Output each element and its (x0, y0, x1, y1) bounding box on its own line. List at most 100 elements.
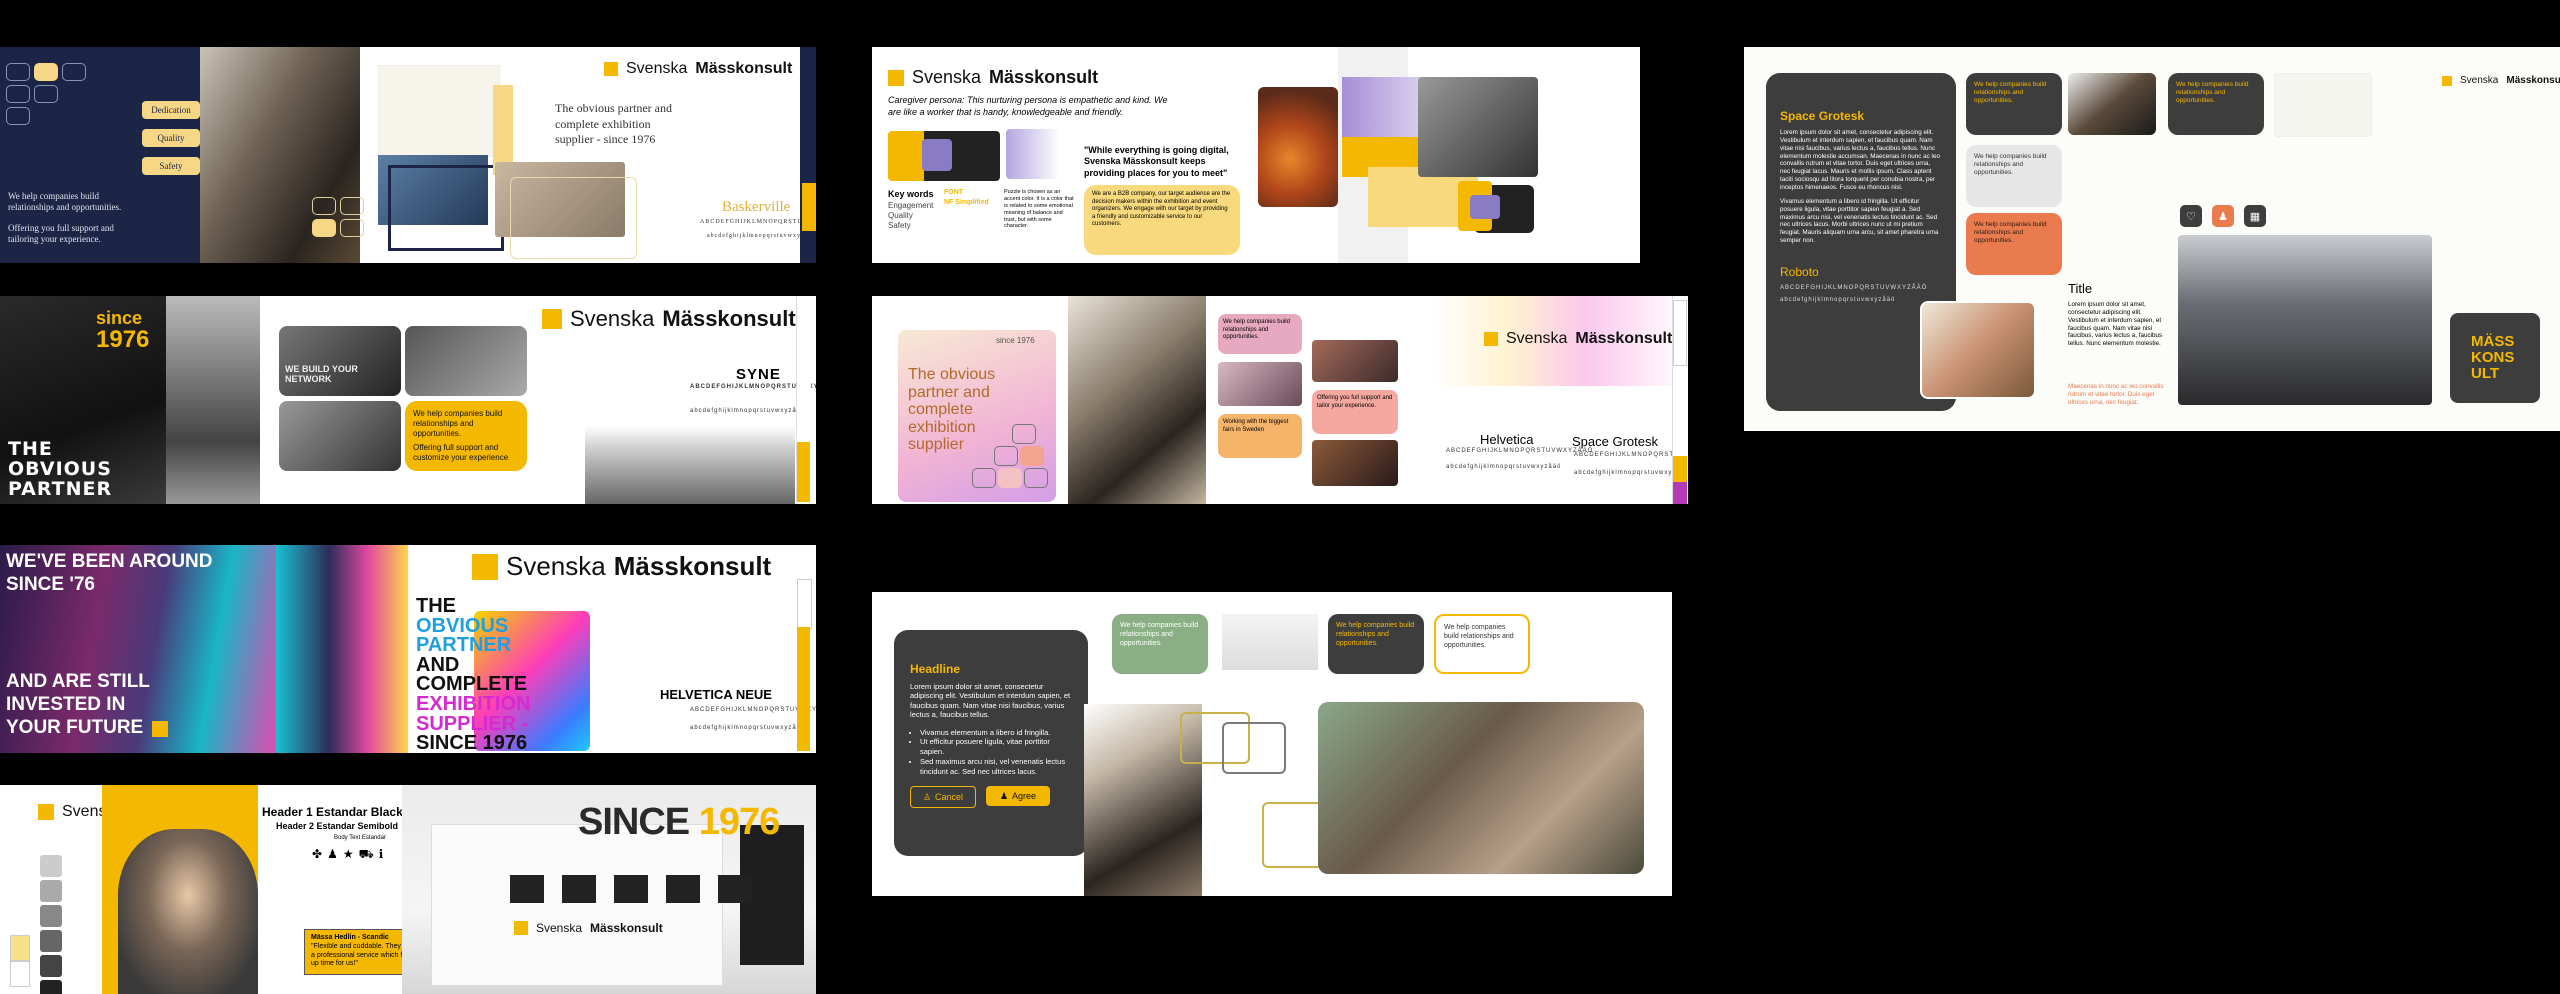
keywords-title: Key words (888, 189, 934, 199)
tagline: The obvious partner and complete exhibit… (555, 101, 672, 147)
calendar-icon-button[interactable]: ▦ (2244, 205, 2266, 227)
collage-thumb (2274, 73, 2372, 137)
arcade-photo (276, 545, 408, 753)
dark-card: We help companies build relationships an… (1328, 614, 1424, 674)
like-icon-button[interactable]: ♡ (2180, 205, 2202, 227)
icon-buttons: ♡ ♟ ▦ (2180, 205, 2266, 227)
title-accent: Maecenas in nunc ac leo convallis rutrum… (2068, 383, 2164, 406)
green-card: We help companies build relationships an… (1112, 614, 1208, 674)
bw-photo-strip (166, 296, 260, 504)
person-icon: ♙ (922, 791, 932, 802)
person-icon: ♟ (327, 847, 338, 861)
moodboard-baskerville: Dedication Quality Safety We help compan… (0, 47, 816, 263)
font-alphabet-lower: abcdefghijklmnopqrstuvwxyzåäö (690, 725, 806, 731)
brand-logo: SvenskaMässkonsult (1484, 330, 1672, 348)
card-dark-2: We help companies build relationships an… (2168, 73, 2264, 135)
collage-panel (1258, 47, 1640, 263)
brand-logo: SvenskaMässkonsult (2442, 75, 2560, 86)
card-grey: We help companies build relationships an… (1966, 145, 2062, 207)
moodboard-persona: Svenska Mässkonsult Caregiver persona: Th… (872, 47, 1640, 263)
body-text: Body Text Estandar (334, 835, 386, 841)
puzzle-icon: ✤ (312, 847, 323, 861)
agree-button[interactable]: ♟ Agree (986, 786, 1050, 807)
keyword-3: Safety (888, 221, 911, 230)
font-name: Baskerville (722, 199, 791, 215)
moodboard-estandar: SvenskaMässkonsult Header 1 Estandar Bla… (0, 785, 816, 994)
icon-row: ✤ ♟ ★ ⛟ ℹ (312, 847, 383, 863)
showroom-thumb (1222, 614, 1318, 670)
worker-thumb (2068, 73, 2156, 135)
since-year: 1976 (96, 326, 150, 353)
since-headline: SINCE 1976 (578, 801, 780, 843)
info-card: We help companies build relationships an… (405, 401, 527, 471)
font-2-alphabet: ABCDEFGHIJKLMNOPQRSTUVWXYZÅÄÖ (1780, 285, 1928, 292)
since-label: since 1976 (996, 336, 1035, 345)
worker-photo (1068, 296, 1206, 504)
photo-grid: WE BUILD YOUR NETWORK We help companies … (279, 326, 529, 502)
dialog-headline: Headline (910, 662, 961, 676)
font-2-alphabet-lower: abcdefghijklmnopqrstuvwxyzåäö (1780, 296, 1896, 303)
audience-card: We are a B2B company, our target audienc… (1084, 185, 1240, 255)
bullet-2: Ut efficitur posuere ligula, vitae portt… (920, 737, 1072, 757)
font-alphabet: ABCDEFGHIJKLMNOPQRSTUVWXYZÅÄÖ (690, 384, 816, 390)
bullet-3: Sed maximus arcu nisi, vel venenatis lec… (920, 757, 1072, 777)
brand-logo: SvenskaMässkonsult (888, 67, 1098, 88)
font-1-alphabet-lower: abcdefghijklmnopqrstuvwxyzåäö (1446, 464, 1562, 470)
header-1: Header 1 Estandar Black (262, 805, 403, 819)
font-alphabet-lower: abcdefghijklmnopqrstuvwxyzåäö (707, 233, 816, 239)
title-body: Lorem ipsum dolor sit amet, consectetur … (2068, 301, 2163, 348)
card-3: Working with the biggest fairs in Sweden (1218, 414, 1302, 458)
font-alphabet-lower: abcdefghijklmnopqrstuvwxyzåäö (690, 408, 806, 414)
font-value: NF Simplified (944, 199, 989, 206)
moodboard-helvetica: WE'VE BEEN AROUND SINCE '76 AND ARE STIL… (0, 545, 816, 753)
crowd-silhouette (585, 426, 795, 504)
photo-caption: WE BUILD YOUR NETWORK (285, 364, 358, 384)
tagline-stack: THE OBVIOUS PARTNER AND COMPLETE EXHIBIT… (416, 595, 531, 753)
dialog-body: Lorem ipsum dolor sit amet, consectetur … (910, 682, 1071, 720)
font-label: FONT (944, 189, 964, 196)
keyword-1: Engagement (888, 201, 934, 210)
crowd-photo (1318, 702, 1644, 874)
font-1-body-2: Vivamus elementum a libero id fringilla.… (1780, 197, 1939, 245)
moodboard-space-grotesk-roboto: Space Grotesk Lorem ipsum dolor sit amet… (1744, 47, 2560, 431)
quality-button[interactable]: Quality (142, 129, 200, 147)
outline-card: We help companies build relationships an… (1434, 614, 1530, 674)
font-2-name: Space Grotesk (1572, 434, 1658, 449)
font-2-alphabet: ABCDEFGHIJKLMNOPQRSTUVWXYZÅÄÖ (1574, 452, 1688, 458)
quote-text: "While everything is going digital, Sven… (1084, 145, 1229, 178)
cancel-button[interactable]: ♙ Cancel (910, 786, 976, 809)
user-icon-button[interactable]: ♟ (2212, 205, 2234, 227)
blurb-text-2: Offering you full support and tailoring … (8, 223, 114, 244)
portrait-photo (1920, 301, 2036, 399)
card-2: Offering you full support and tailor you… (1312, 390, 1398, 434)
keyword-2: Quality (888, 211, 913, 220)
event-hall-photo (2178, 235, 2432, 405)
brand-logo: SvenskaMässkonsult (542, 306, 796, 332)
bullet-1: Vivamus elementum a libero id fringilla. (920, 728, 1072, 738)
font-alphabet: ABCDEFGHIJKLMNOPQRSTUVWXYZÅÄÖ (690, 707, 816, 713)
headline: THE OBVIOUS PARTNER (8, 438, 113, 500)
star-icon: ★ (342, 847, 354, 861)
card-1: We help companies build relationships an… (1218, 314, 1302, 354)
card-dark: We help companies build relationships an… (1966, 73, 2062, 135)
person-icon: ♟ (999, 790, 1009, 801)
brand-logo: SvenskaMässkonsult (472, 551, 771, 582)
headline-1: WE'VE BEEN AROUND SINCE '76 (6, 551, 213, 595)
puzzle-text: Puzzle is chosen as an accent color. It … (1004, 189, 1074, 230)
dedication-button[interactable]: Dedication (142, 101, 200, 119)
moodboard-space-grotesk: since 1976 The obvious partner and compl… (872, 296, 1688, 504)
font-1-alphabet: ABCDEFGHIJKLMNOPQRSTUVWXYZÅÄÖ (1446, 448, 1594, 454)
card-orange: We help companies build relationships an… (1966, 213, 2062, 275)
brand-logo: SvenskaMässkonsult (604, 60, 792, 78)
blurb-text: We help companies build relationships an… (8, 191, 122, 212)
font-name: SYNE (736, 366, 781, 383)
info-icon: ℹ (378, 847, 384, 861)
font-1-name: Helvetica (1480, 432, 1534, 447)
dialog-card: Headline Lorem ipsum dolor sit amet, con… (894, 630, 1088, 856)
navy-panel: Dedication Quality Safety We help compan… (0, 47, 200, 263)
safety-button[interactable]: Safety (142, 157, 200, 175)
font-2-name: Roboto (1780, 265, 1819, 280)
badge: MÄSS KONS ULT (2450, 313, 2540, 403)
font-name: HELVETICA NEUE (660, 687, 772, 702)
cart-icon: ⛟ (358, 847, 374, 861)
